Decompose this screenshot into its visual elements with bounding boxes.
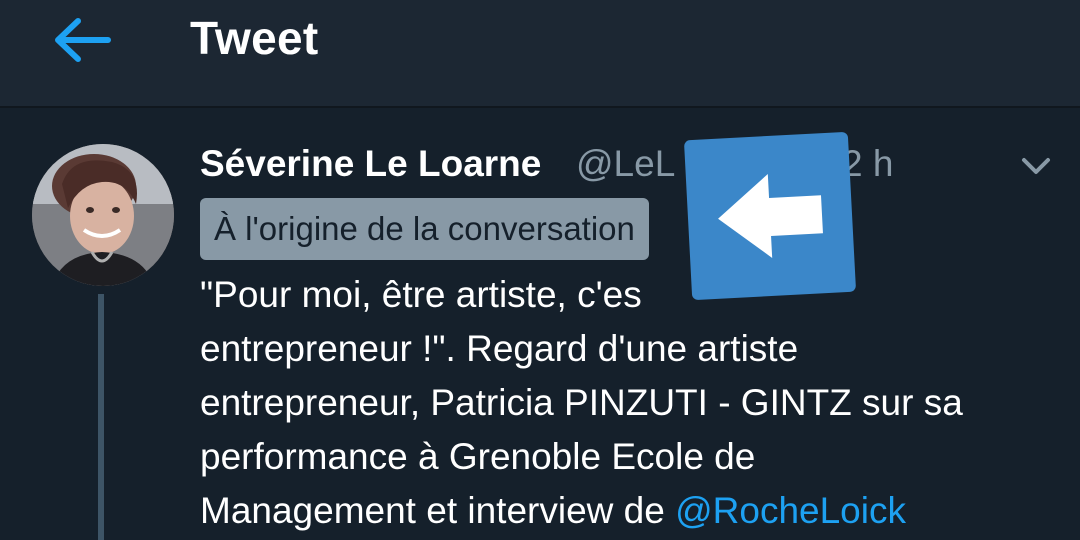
tweet-text-line: Management et interview de @RocheLoick	[200, 490, 906, 531]
tweet-text-line: entrepreneur !". Regard d'une artiste	[200, 328, 799, 369]
arrow-left-icon	[718, 174, 823, 258]
tweet-options-button[interactable]	[1014, 146, 1058, 186]
mention-link[interactable]: @RocheLoick	[675, 490, 906, 531]
page-title: Tweet	[190, 12, 319, 64]
tweet-text-line: entrepreneur, Patricia PINZUTI - GINTZ s…	[200, 382, 963, 423]
tweet-text-line: "Pour moi, être artiste, c'es	[200, 274, 642, 315]
tweet-text-line: performance à Grenoble Ecole de	[200, 436, 756, 477]
conversation-origin-badge: À l'origine de la conversation	[200, 198, 649, 260]
overlay-back-arrow-badge	[683, 131, 857, 301]
author-name[interactable]: Séverine Le Loarne	[200, 140, 541, 188]
arrow-left-icon	[55, 18, 111, 62]
thread-connector-line	[98, 294, 104, 540]
top-app-bar: Tweet	[0, 0, 1080, 108]
author-handle[interactable]: @LeL	[576, 140, 675, 188]
tweet-screen: Tweet Séverine Le Loarne @LeL 2 h À l'or…	[0, 0, 1080, 540]
tweet-body: "Pour moi, être artiste, c'es entreprene…	[200, 268, 1060, 538]
back-button[interactable]	[40, 4, 124, 76]
avatar[interactable]	[32, 144, 174, 286]
profile-photo	[32, 144, 174, 286]
chevron-down-icon	[1022, 158, 1050, 174]
